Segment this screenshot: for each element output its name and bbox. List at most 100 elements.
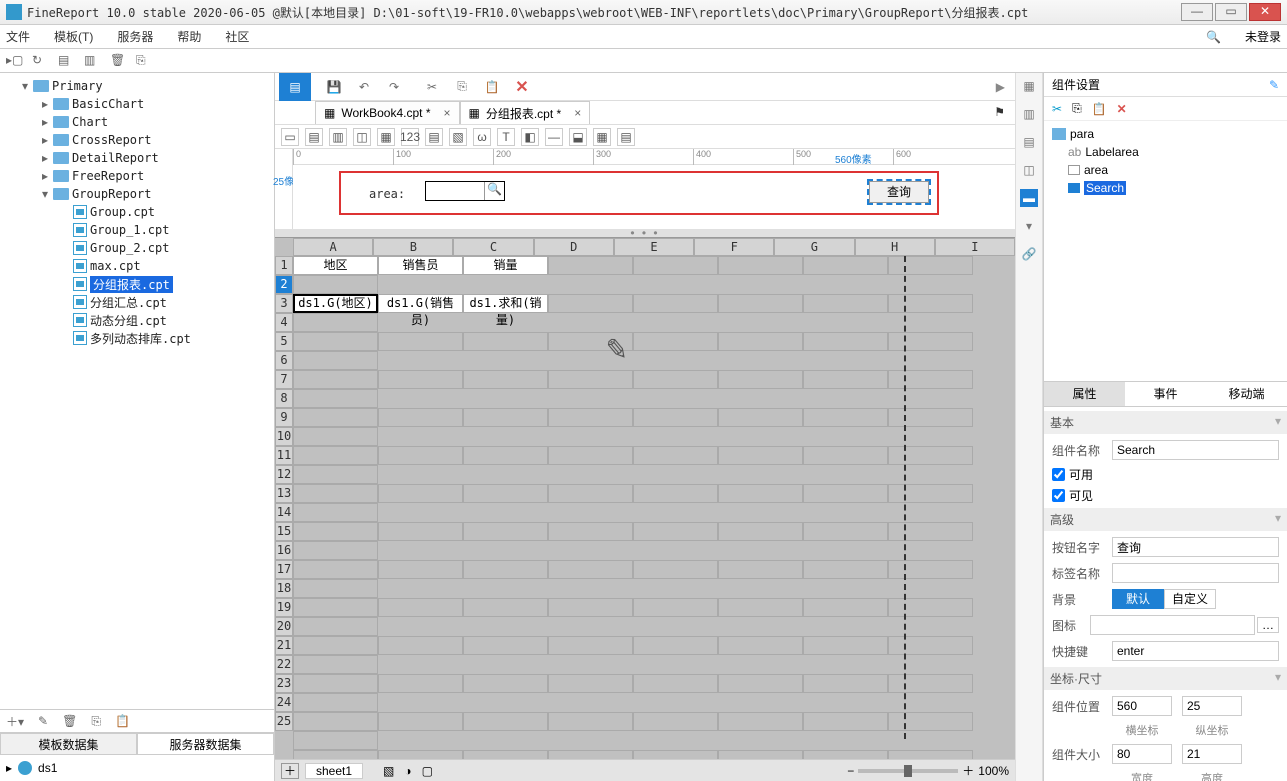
row-header[interactable]: 13 [275,484,293,503]
rp-paste-icon[interactable]: 📋 [1092,102,1107,116]
tree-folder-primary[interactable]: Primary [52,79,103,93]
tab-template-ds[interactable]: 模板数据集 [0,733,137,755]
cell[interactable] [633,484,718,503]
cell[interactable]: 销量 [463,256,548,275]
cell[interactable] [378,332,463,351]
cell[interactable] [293,731,378,750]
col-header[interactable]: A [293,238,373,256]
login-status[interactable]: 未登录 [1245,28,1281,45]
t5-icon[interactable]: ▦ [377,128,395,146]
cell[interactable] [718,408,803,427]
cell[interactable] [548,598,633,617]
col-header[interactable]: I [935,238,1015,256]
row-header[interactable]: 16 [275,541,293,560]
collapse-right-icon[interactable]: ▶ [996,80,1005,94]
row-header[interactable]: 7 [275,370,293,389]
tree-folder[interactable]: ▸BasicChart [0,95,274,113]
cell[interactable] [718,674,803,693]
icon-browse-button[interactable]: … [1257,617,1279,633]
vt5-icon[interactable]: ▬ [1020,189,1038,207]
cell[interactable] [378,712,463,731]
cell[interactable] [888,408,973,427]
cell[interactable] [463,332,548,351]
cell[interactable] [293,370,378,389]
cell[interactable] [633,560,718,579]
close-button[interactable]: ✕ [1249,3,1281,21]
cell[interactable] [293,351,378,370]
cell[interactable] [548,370,633,389]
tree-file[interactable]: 动态分组.cpt [0,311,274,329]
tab-server-ds[interactable]: 服务器数据集 [137,733,274,755]
cell[interactable] [888,256,973,275]
t11-icon[interactable]: ◧ [521,128,539,146]
pos-y-input[interactable] [1182,696,1242,716]
cell[interactable] [548,712,633,731]
ds-paste-icon[interactable]: 📋 [115,714,130,728]
cell[interactable] [633,256,718,275]
doc-tab-1[interactable]: ▦WorkBook4.cpt *× [315,101,460,124]
bg-default-button[interactable]: 默认 [1112,589,1164,609]
col-header[interactable]: C [453,238,533,256]
cell[interactable] [463,446,548,465]
tree-file[interactable]: Group_1.cpt [0,221,274,239]
cell[interactable] [718,256,803,275]
param-input-area[interactable]: 🔍 [425,181,505,201]
cell[interactable]: ds1.求和(销量) [463,294,548,313]
cell[interactable]: ds1.G(销售员) [378,294,463,313]
vt6-icon[interactable]: ▾ [1020,217,1038,235]
cell[interactable] [293,446,378,465]
lookup-icon[interactable]: 🔍 [484,182,504,200]
cell[interactable] [378,674,463,693]
cell[interactable] [718,636,803,655]
row-header[interactable]: 5 [275,332,293,351]
rp-copy-icon[interactable]: ⎘ [1072,101,1082,116]
t1-icon[interactable]: ▭ [281,128,299,146]
cell[interactable] [718,446,803,465]
row-header[interactable]: 9 [275,408,293,427]
cell[interactable] [548,750,633,759]
menu-server[interactable]: 服务器 [117,28,153,45]
vt4-icon[interactable]: ◫ [1020,161,1038,179]
t13-icon[interactable]: ⬓ [569,128,587,146]
ds-del-icon[interactable]: 🗑 [62,714,77,728]
zoom-slider[interactable] [858,769,958,773]
cell[interactable]: 销售员 [378,256,463,275]
cell[interactable] [463,712,548,731]
row-header[interactable]: 1 [275,256,293,275]
paste-icon[interactable]: 📋 [483,78,501,96]
cell[interactable] [803,712,888,731]
col-header[interactable]: D [534,238,614,256]
grid-area[interactable]: ABCDEFGHI 123456789101112131415161718192… [275,237,1015,759]
cell[interactable] [548,636,633,655]
cell[interactable] [293,522,378,541]
cell[interactable] [633,294,718,313]
row-header[interactable]: 15 [275,522,293,541]
cell[interactable] [718,522,803,541]
search-icon[interactable]: 🔍 [1206,30,1221,44]
cell[interactable] [888,522,973,541]
row-header[interactable]: 23 [275,674,293,693]
query-button[interactable]: 查询 [869,181,929,203]
sheet-ico2[interactable]: ◑ [404,764,411,778]
icon-input[interactable] [1090,615,1255,635]
t15-icon[interactable]: ▤ [617,128,635,146]
min-button[interactable]: — [1181,3,1213,21]
cell[interactable] [293,313,378,332]
size-h-input[interactable] [1182,744,1242,764]
cell[interactable] [718,484,803,503]
rp-del-icon[interactable]: ✕ [1117,102,1127,116]
ds-edit-icon[interactable]: ✎ [38,714,48,728]
cell[interactable] [463,484,548,503]
cell[interactable] [293,655,378,674]
parameter-pane[interactable]: 0100200300400500600 25像素 560像素 area: 🔍 查… [275,149,1015,229]
rp-cut-icon[interactable]: ✂ [1052,102,1062,116]
tree-file[interactable]: 分组报表.cpt [0,275,274,293]
t7-icon[interactable]: ▤ [425,128,443,146]
tree-selected-search[interactable]: Search [1084,181,1126,195]
max-button[interactable]: ▭ [1215,3,1247,21]
row-header[interactable]: 10 [275,427,293,446]
delete-icon[interactable]: 🗑 [110,53,126,69]
cell[interactable] [378,408,463,427]
cell[interactable] [888,370,973,389]
cell[interactable] [718,370,803,389]
